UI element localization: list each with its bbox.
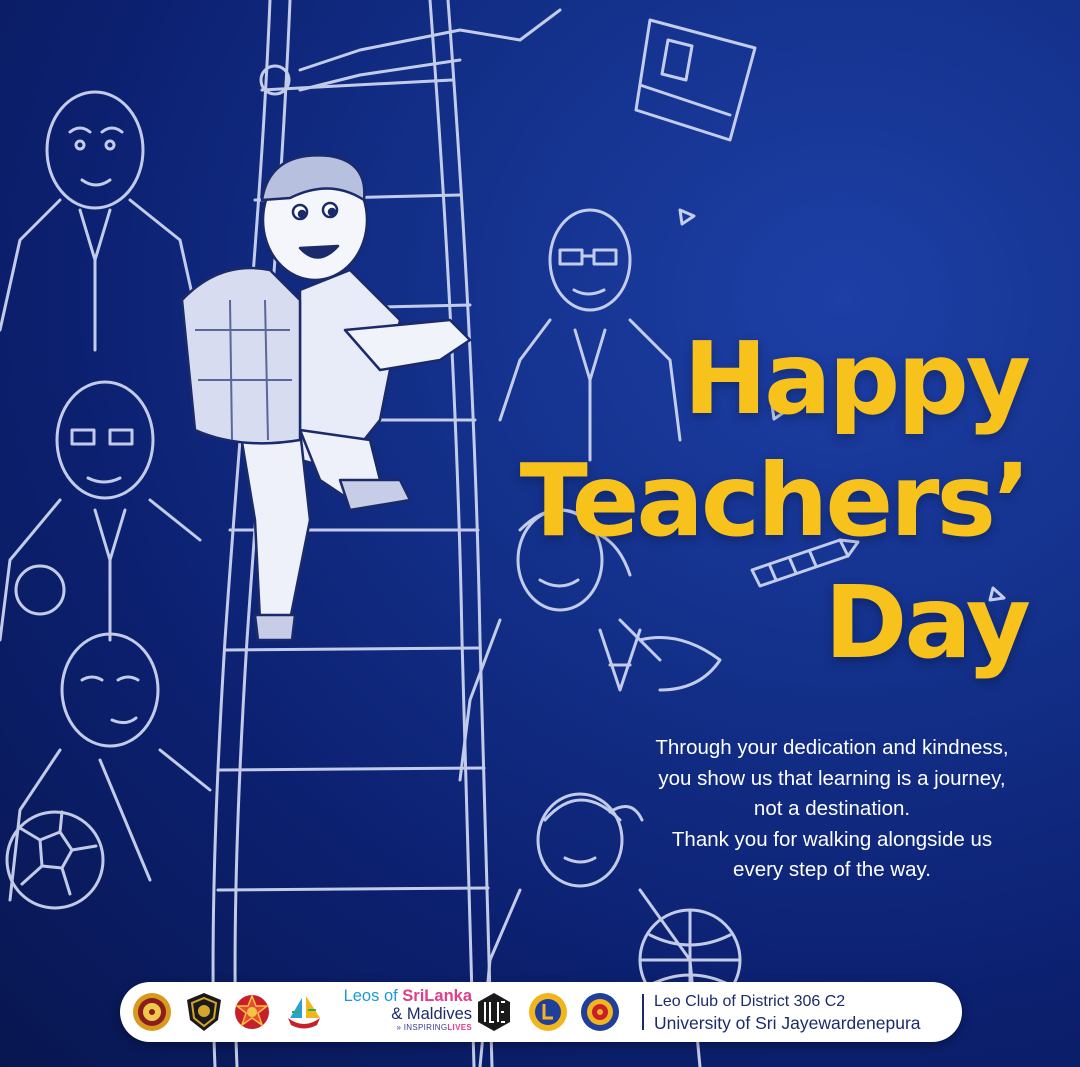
teacher-figure-left-middle <box>0 380 202 642</box>
brand-line2: & Maldives <box>391 1004 472 1023</box>
message-line-5: every step of the way. <box>733 858 931 881</box>
poster: Happy Teachers’ Day Through your dedicat… <box>0 0 1080 1067</box>
leos-of-srilanka-brand: Leos of SriLanka & Maldives » INSPIRINGL… <box>343 987 472 1032</box>
club-name: Leo Club of District 306 C2 University o… <box>654 992 921 1034</box>
leo-crest-icon <box>187 993 221 1031</box>
headline: Happy Teachers’ Day <box>519 318 1031 684</box>
headline-line-3: Day <box>824 564 1031 681</box>
district-seal-icon <box>581 993 619 1031</box>
brand-line1-prefix: Leos of <box>343 987 403 1005</box>
ship-emblem-icon <box>288 996 320 1029</box>
lotus-emblem-icon <box>234 993 270 1029</box>
teacher-figure-bottom-left <box>8 632 212 902</box>
leo-logo-icon <box>478 993 510 1031</box>
climbing-boy <box>180 154 472 642</box>
message-line-2: you show us that learning is a journey, <box>658 766 1006 790</box>
message-line-1: Through your dedication and kindness, <box>655 736 1009 759</box>
book-sketch <box>634 18 757 142</box>
message-line-3: not a destination. <box>753 797 911 820</box>
tribute-message: Through your dedication and kindness, yo… <box>642 733 1022 886</box>
soccer-ball <box>5 810 105 910</box>
brand-tagline-b: LIVES <box>447 1023 472 1032</box>
message-line-4: Thank you for walking alongside us <box>671 827 993 851</box>
brand-tagline-a: INSPIRING <box>403 1023 448 1032</box>
triangle-doodle-1 <box>678 208 696 226</box>
club-line-1: Leo Club of District 306 C2 <box>654 993 846 1010</box>
university-seal-icon <box>133 993 171 1031</box>
headline-line-2: Teachers’ <box>519 442 1031 559</box>
headline-line-1: Happy <box>683 320 1031 437</box>
ladder-rope-right-1 <box>428 0 476 1067</box>
brand-line1-country: SriLanka <box>402 987 472 1005</box>
lions-international-icon <box>529 993 567 1031</box>
club-line-2: University of Sri Jayewardenepura <box>654 1013 921 1033</box>
footer-divider <box>642 994 644 1030</box>
teacher-figure-top-left <box>0 90 202 352</box>
sponsor-footer-bar: Leos of SriLanka & Maldives » INSPIRINGL… <box>120 982 962 1042</box>
